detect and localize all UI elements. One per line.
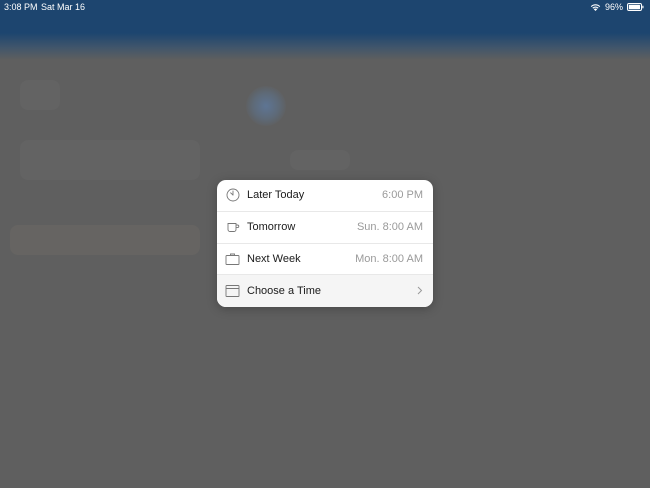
snooze-options-menu: Later Today 6:00 PM Tomorrow Sun. 8:00 A… — [217, 180, 433, 307]
blurred-content — [20, 140, 200, 180]
snooze-next-week[interactable]: Next Week Mon. 8:00 AM — [217, 244, 433, 276]
chevron-right-icon — [417, 284, 423, 298]
status-bar: 3:08 PM Sat Mar 16 96% — [0, 0, 650, 14]
option-label: Later Today — [247, 189, 305, 202]
option-time: 6:00 PM — [382, 189, 423, 202]
option-label: Tomorrow — [247, 221, 296, 234]
blurred-content — [10, 225, 200, 255]
calendar-icon — [225, 284, 240, 299]
option-label: Choose a Time — [247, 285, 321, 298]
blurred-avatar — [246, 86, 286, 126]
blurred-content — [20, 80, 60, 110]
clock-icon — [225, 188, 240, 203]
briefcase-icon — [225, 251, 240, 266]
option-label: Next Week — [247, 252, 301, 265]
battery-percent: 96% — [604, 2, 623, 12]
status-date: Sat Mar 16 — [41, 2, 86, 12]
snooze-tomorrow[interactable]: Tomorrow Sun. 8:00 AM — [217, 212, 433, 244]
blurred-content — [290, 150, 350, 170]
status-time: 3:08 PM — [4, 2, 38, 12]
option-time: Sun. 8:00 AM — [356, 221, 423, 234]
option-time: Mon. 8:00 AM — [355, 252, 423, 265]
snooze-choose-time[interactable]: Choose a Time — [217, 275, 433, 307]
battery-icon — [627, 3, 644, 11]
wifi-icon — [590, 3, 601, 11]
snooze-later-today[interactable]: Later Today 6:00 PM — [217, 180, 433, 212]
status-indicators: 96% — [590, 0, 644, 14]
coffee-cup-icon — [225, 220, 240, 235]
